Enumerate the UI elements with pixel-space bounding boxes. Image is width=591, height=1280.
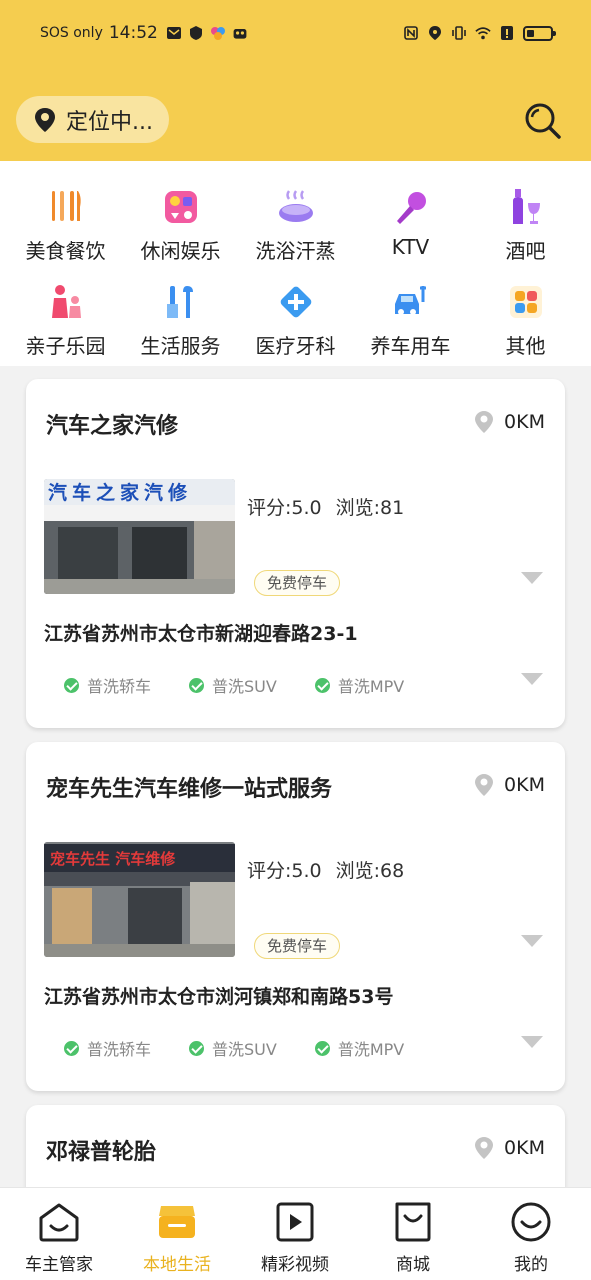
service-item: 普洗SUV xyxy=(189,673,277,697)
shop-distance: 0KM xyxy=(474,1136,545,1160)
shop-photo[interactable]: 汽车之家汽修 xyxy=(44,479,235,594)
check-icon xyxy=(64,1040,79,1056)
mail-icon xyxy=(166,27,181,39)
shop-rating: 评分:5.0 xyxy=(247,860,322,882)
shop-name: 汽车之家汽修 xyxy=(46,414,179,439)
shop-card[interactable]: 宠车先生汽车维修一站式服务 0KM 宠车先生 汽车维修 评分:5.0 浏览:68 … xyxy=(26,742,565,1091)
grid-icon xyxy=(509,286,542,318)
distance-pin-icon xyxy=(475,411,494,433)
shop-sign-text: 汽车之家汽修 xyxy=(48,481,192,504)
category-bath[interactable]: 洗浴汗蒸 xyxy=(238,187,353,277)
shopping-bag-icon xyxy=(395,1202,431,1242)
shield-icon xyxy=(189,26,202,40)
shop-name: 邓禄普轮胎 xyxy=(46,1140,157,1165)
distance-pin-icon xyxy=(475,1137,494,1159)
category-bar[interactable]: 酒吧 xyxy=(468,187,583,277)
carrier-text: SOS only xyxy=(40,25,103,41)
shop-stats: 评分:5.0 浏览:81 xyxy=(247,493,404,520)
category-ktv[interactable]: KTV xyxy=(353,187,468,277)
parking-tag: 免费停车 xyxy=(254,933,341,959)
entertainment-icon xyxy=(164,191,197,223)
expand-services-caret-icon[interactable] xyxy=(521,1036,543,1050)
shop-photo[interactable]: 宠车先生 汽车维修 xyxy=(44,842,235,957)
shop-views: 浏览:81 xyxy=(335,497,405,519)
parking-tag: 免费停车 xyxy=(254,570,341,596)
profile-smile-icon xyxy=(511,1202,551,1242)
vibrate-icon xyxy=(452,26,466,40)
category-family[interactable]: 亲子乐园 xyxy=(8,282,123,372)
microphone-icon xyxy=(396,192,426,224)
alert-icon xyxy=(501,26,513,40)
clock-text: 14:52 xyxy=(108,23,158,43)
category-car-care[interactable]: 养车用车 xyxy=(353,282,468,372)
bath-icon xyxy=(278,190,313,222)
local-shop-icon xyxy=(159,1206,195,1238)
shop-address: 江苏省苏州市太仓市浏河镇郑和南路53号 xyxy=(44,986,394,1008)
check-icon xyxy=(189,1040,205,1056)
service-list: 普洗轿车 普洗SUV 普洗MPV xyxy=(64,673,404,697)
nfc-icon xyxy=(404,26,418,40)
shop-photo-image: 宠车先生 汽车维修 xyxy=(44,842,235,957)
app-icon xyxy=(210,27,225,40)
status-bar: SOS only 14:52 xyxy=(0,18,591,48)
nav-profile[interactable]: 我的 xyxy=(472,1200,590,1275)
shop-name: 宠车先生汽车维修一站式服务 xyxy=(46,777,333,802)
check-icon xyxy=(314,677,330,693)
category-entertainment[interactable]: 休闲娱乐 xyxy=(123,187,238,277)
service-item: 普洗轿车 xyxy=(64,1036,151,1060)
shop-photo-image: 汽车之家汽修 xyxy=(44,479,235,594)
shop-card[interactable]: 汽车之家汽修 0KM 汽车之家汽修 评分:5.0 浏览:81 免费停车 江苏省苏州… xyxy=(26,379,565,728)
distance-pin-icon xyxy=(475,774,494,796)
expand-caret-icon[interactable] xyxy=(521,572,543,586)
header: SOS only 14:52 定位中... xyxy=(0,0,591,161)
car-repair-icon xyxy=(394,286,426,315)
service-item: 普洗SUV xyxy=(189,1036,277,1060)
location-button[interactable]: 定位中... xyxy=(16,96,169,143)
shop-sign-text: 宠车先生 汽车维修 xyxy=(50,850,176,868)
shop-rating: 评分:5.0 xyxy=(247,497,322,519)
home-icon xyxy=(39,1203,79,1242)
shop-distance: 0KM xyxy=(474,410,545,434)
bottom-nav: 车主管家 本地生活 精彩视频 商城 我的 xyxy=(0,1187,591,1280)
category-medical[interactable]: 医疗牙科 xyxy=(238,282,353,372)
nav-mall[interactable]: 商城 xyxy=(354,1200,472,1275)
location-status-icon xyxy=(429,26,441,40)
nav-car-owner[interactable]: 车主管家 xyxy=(0,1200,118,1275)
fork-knife-icon xyxy=(51,191,81,221)
video-play-icon xyxy=(276,1202,314,1242)
nav-local-life[interactable]: 本地生活 xyxy=(118,1200,236,1275)
wine-icon xyxy=(512,189,540,224)
category-grid: 美食餐饮 休闲娱乐 洗浴汗蒸 KTV 酒吧 亲子乐园 生活服务 医疗牙科 养车用… xyxy=(0,161,591,366)
check-icon xyxy=(64,677,79,693)
location-label: 定位中... xyxy=(66,109,153,135)
search-icon[interactable] xyxy=(522,100,562,140)
shop-views: 浏览:68 xyxy=(335,860,405,882)
service-item: 普洗MPV xyxy=(314,673,404,697)
expand-services-caret-icon[interactable] xyxy=(521,673,543,687)
service-item: 普洗轿车 xyxy=(64,673,151,697)
nav-videos[interactable]: 精彩视频 xyxy=(236,1200,354,1275)
shop-address: 江苏省苏州市太仓市新湖迎春路23-1 xyxy=(44,623,358,645)
check-icon xyxy=(189,677,205,693)
category-life-service[interactable]: 生活服务 xyxy=(123,282,238,372)
battery-icon xyxy=(523,25,556,41)
category-food[interactable]: 美食餐饮 xyxy=(8,187,123,277)
category-other[interactable]: 其他 xyxy=(468,282,583,372)
family-icon xyxy=(51,285,81,318)
mascot-icon xyxy=(233,29,247,39)
wifi-icon xyxy=(475,27,491,40)
medical-icon xyxy=(280,286,311,318)
location-pin-icon xyxy=(35,107,55,132)
tools-icon xyxy=(166,286,193,318)
check-icon xyxy=(314,1040,330,1056)
expand-caret-icon[interactable] xyxy=(521,935,543,949)
shop-distance: 0KM xyxy=(474,773,545,797)
service-item: 普洗MPV xyxy=(314,1036,404,1060)
service-list: 普洗轿车 普洗SUV 普洗MPV xyxy=(64,1036,404,1060)
shop-stats: 评分:5.0 浏览:68 xyxy=(247,856,404,883)
